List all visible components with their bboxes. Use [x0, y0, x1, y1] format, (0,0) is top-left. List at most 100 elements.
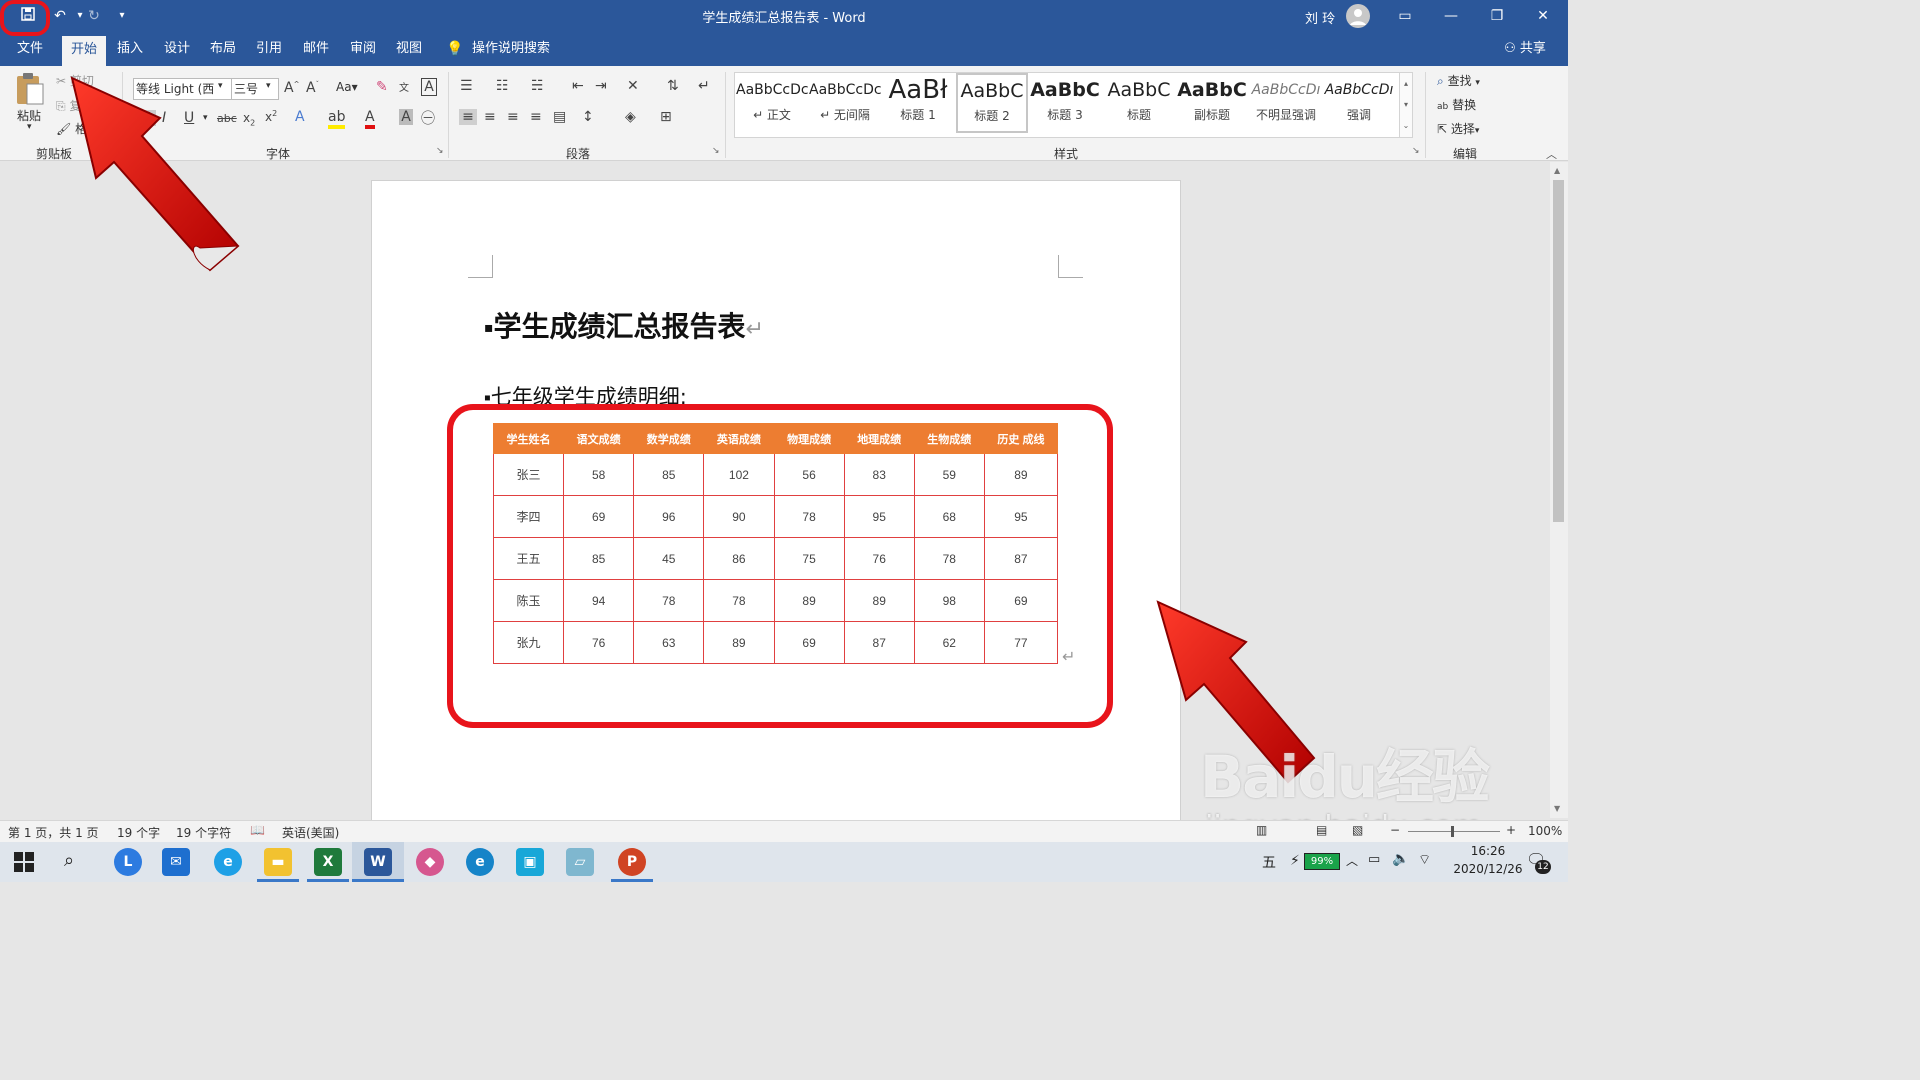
- zoom-slider[interactable]: [1408, 831, 1500, 832]
- battery-indicator[interactable]: 99%: [1304, 853, 1340, 870]
- select-button[interactable]: ⇱ 选择▾: [1437, 120, 1479, 137]
- tab-references[interactable]: 引用: [249, 32, 289, 66]
- styles-gallery-scroll[interactable]: ▴ ▾ ⌄: [1399, 72, 1413, 138]
- phonetic-guide-icon[interactable]: 文: [399, 79, 409, 94]
- change-case-button[interactable]: Aa▾: [336, 80, 358, 94]
- gallery-up-icon[interactable]: ▴: [1400, 73, 1412, 94]
- style-heading-3[interactable]: AaBbC 标题 3: [1029, 74, 1101, 130]
- ime-indicator[interactable]: 五: [1262, 852, 1276, 872]
- align-center-icon[interactable]: ≡: [484, 109, 496, 125]
- bullets-icon[interactable]: ☰: [460, 78, 473, 94]
- style-no-spacing[interactable]: AaBbCcDc ↵ 无间隔: [809, 74, 881, 130]
- shrink-font-icon[interactable]: Aˇ: [306, 80, 319, 96]
- snip-app-icon[interactable]: ▣: [516, 848, 544, 876]
- paragraph-dialog-launcher-icon[interactable]: ↘: [712, 146, 720, 156]
- superscript-icon[interactable]: x2: [265, 109, 277, 124]
- collapse-ribbon-icon[interactable]: ︿: [1546, 146, 1557, 162]
- style-subtitle[interactable]: AaBbC 副标题: [1176, 74, 1248, 130]
- wifi-icon[interactable]: ⌔: [1418, 851, 1431, 869]
- paste-icon[interactable]: [14, 72, 46, 108]
- page-count[interactable]: 第 1 页，共 1 页: [8, 824, 99, 841]
- style-subtle-emphasis[interactable]: AaBbCcDı 不明显强调: [1250, 74, 1322, 130]
- ie-browser-icon[interactable]: e: [214, 848, 242, 876]
- tab-home[interactable]: 开始: [62, 36, 106, 66]
- font-size-dropdown-icon[interactable]: ▾: [266, 81, 271, 91]
- restore-icon[interactable]: ❐: [1474, 0, 1520, 32]
- character-shading-icon[interactable]: A: [399, 109, 413, 125]
- show-marks-icon[interactable]: ↵: [698, 78, 710, 94]
- tab-design[interactable]: 设计: [157, 32, 197, 66]
- distributed-icon[interactable]: ▤: [553, 109, 566, 125]
- excel-app-icon[interactable]: X: [314, 848, 342, 876]
- paste-dropdown-icon[interactable]: ▾: [27, 122, 32, 132]
- edge-browser-icon[interactable]: e: [466, 848, 494, 876]
- paint-app-icon[interactable]: ◆: [416, 848, 444, 876]
- shading-icon[interactable]: ◈: [625, 109, 636, 125]
- tell-me-search[interactable]: 操作说明搜索: [472, 32, 552, 66]
- tab-insert[interactable]: 插入: [110, 32, 150, 66]
- align-left-icon[interactable]: ≡: [459, 109, 477, 125]
- chinese-layout-icon[interactable]: ✕: [627, 78, 639, 94]
- style-title[interactable]: AaBbC 标题: [1103, 74, 1175, 130]
- share-button[interactable]: ⚇ 共享: [1500, 32, 1550, 66]
- highlight-icon[interactable]: ab: [328, 109, 346, 129]
- lync-app-icon[interactable]: L: [114, 848, 142, 876]
- borders-icon[interactable]: ⊞: [660, 109, 672, 125]
- vertical-scrollbar[interactable]: ▲ ▼: [1550, 162, 1568, 818]
- font-color-icon[interactable]: A: [365, 109, 375, 129]
- print-layout-icon[interactable]: ▤: [1316, 823, 1327, 837]
- word-count[interactable]: 19 个字: [117, 824, 160, 841]
- style-heading-1[interactable]: AaBł 标题 1: [882, 74, 954, 130]
- scroll-down-icon[interactable]: ▼: [1554, 804, 1560, 813]
- style-heading-2[interactable]: AaBbC 标题 2: [956, 73, 1028, 133]
- scroll-up-icon[interactable]: ▲: [1554, 166, 1560, 175]
- battery-icon[interactable]: ▭: [1368, 852, 1380, 867]
- minimize-icon[interactable]: —: [1428, 0, 1474, 32]
- show-hidden-icons[interactable]: ︿: [1346, 852, 1358, 869]
- word-app-icon[interactable]: W: [364, 848, 392, 876]
- document-heading[interactable]: ▪学生成绩汇总报告表↵: [484, 305, 764, 345]
- user-name[interactable]: 刘 玲: [1305, 8, 1335, 27]
- multilevel-list-icon[interactable]: ☵: [531, 78, 544, 94]
- clear-formatting-icon[interactable]: ✎: [376, 79, 388, 95]
- zoom-level[interactable]: 100%: [1528, 824, 1562, 838]
- decrease-indent-icon[interactable]: ⇤: [572, 78, 584, 94]
- find-button[interactable]: ⌕ 查找 ▾: [1437, 72, 1480, 89]
- zoom-out-icon[interactable]: −: [1390, 823, 1400, 837]
- gallery-down-icon[interactable]: ▾: [1400, 94, 1412, 115]
- style-emphasis[interactable]: AaBbCcDı 强调: [1323, 74, 1395, 130]
- close-icon[interactable]: ✕: [1520, 0, 1566, 32]
- zoom-in-icon[interactable]: +: [1506, 823, 1516, 837]
- increase-indent-icon[interactable]: ⇥: [595, 78, 607, 94]
- numbering-icon[interactable]: ☷: [496, 78, 509, 94]
- windows-start-icon[interactable]: [14, 852, 34, 875]
- clock-time[interactable]: 16:26: [1452, 844, 1524, 858]
- language-indicator[interactable]: 英语(美国): [282, 824, 339, 841]
- tab-file[interactable]: 文件: [6, 32, 54, 66]
- font-dialog-launcher-icon[interactable]: ↘: [436, 146, 444, 156]
- avatar[interactable]: [1346, 4, 1370, 28]
- char-count[interactable]: 19 个字符: [176, 824, 231, 841]
- tab-layout[interactable]: 布局: [203, 32, 243, 66]
- search-icon[interactable]: ⌕: [64, 850, 74, 871]
- replace-button[interactable]: ab 替换: [1437, 96, 1476, 113]
- powerpoint-app-icon[interactable]: P: [618, 848, 646, 876]
- zoom-slider-thumb[interactable]: [1451, 826, 1454, 837]
- character-border-icon[interactable]: A: [421, 78, 437, 96]
- tab-mailings[interactable]: 邮件: [296, 32, 336, 66]
- volume-icon[interactable]: 🔈: [1392, 851, 1409, 867]
- web-layout-icon[interactable]: ▧: [1352, 823, 1363, 837]
- sort-icon[interactable]: ⇅: [667, 78, 679, 94]
- tab-view[interactable]: 视图: [389, 32, 429, 66]
- grow-font-icon[interactable]: A^: [284, 80, 299, 96]
- text-effects-icon[interactable]: A: [295, 109, 305, 125]
- proofing-icon[interactable]: 📖: [250, 823, 265, 837]
- mail-app-icon[interactable]: ✉: [162, 848, 190, 876]
- ribbon-display-options-icon[interactable]: ▭: [1382, 0, 1428, 32]
- justify-icon[interactable]: ≡: [530, 109, 542, 125]
- styles-dialog-launcher-icon[interactable]: ↘: [1412, 146, 1420, 156]
- enclose-characters-icon[interactable]: ㊀: [421, 108, 435, 128]
- line-spacing-icon[interactable]: ↕: [582, 109, 594, 125]
- style-normal[interactable]: AaBbCcDc ↵ 正文: [736, 74, 808, 130]
- scrollbar-thumb[interactable]: [1553, 180, 1564, 522]
